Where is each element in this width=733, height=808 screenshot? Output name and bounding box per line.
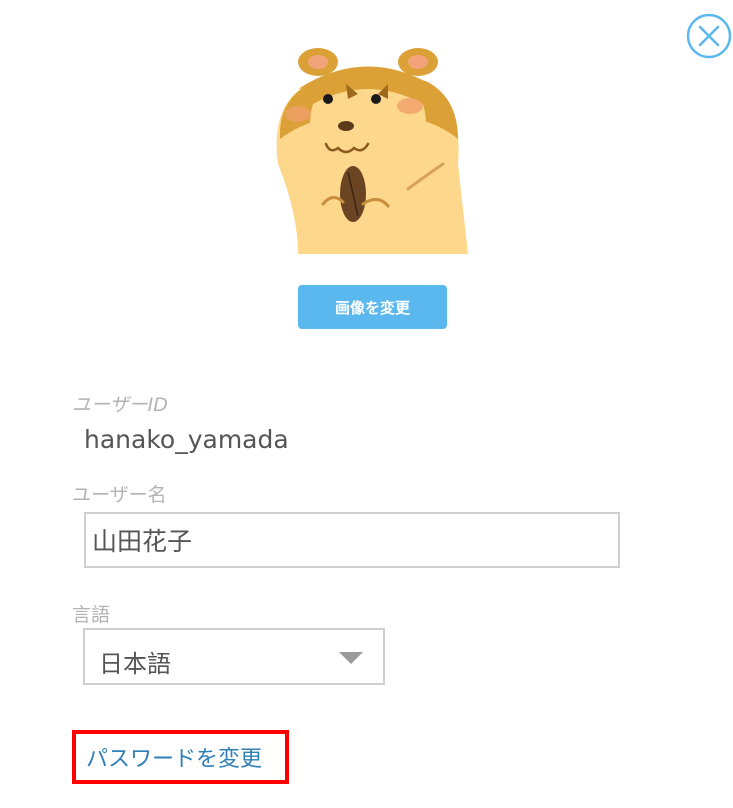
language-label: 言語	[72, 604, 111, 626]
change-password-highlight: パスワードを変更	[72, 730, 289, 784]
user-name-input[interactable]	[84, 512, 620, 568]
language-select[interactable]: 日本語	[83, 628, 385, 685]
user-name-label: ユーザー名	[72, 484, 167, 506]
language-selected-value: 日本語	[99, 650, 171, 678]
chevron-down-icon	[339, 652, 363, 664]
change-image-button[interactable]: 画像を変更	[298, 285, 447, 329]
hamster-icon	[276, 48, 468, 254]
close-icon	[686, 13, 732, 59]
change-password-link[interactable]: パスワードを変更	[86, 741, 262, 773]
avatar	[268, 44, 468, 254]
user-id-label: ユーザーID	[72, 394, 168, 416]
user-id-value: hanako_yamada	[84, 425, 289, 454]
close-button[interactable]	[686, 13, 732, 59]
